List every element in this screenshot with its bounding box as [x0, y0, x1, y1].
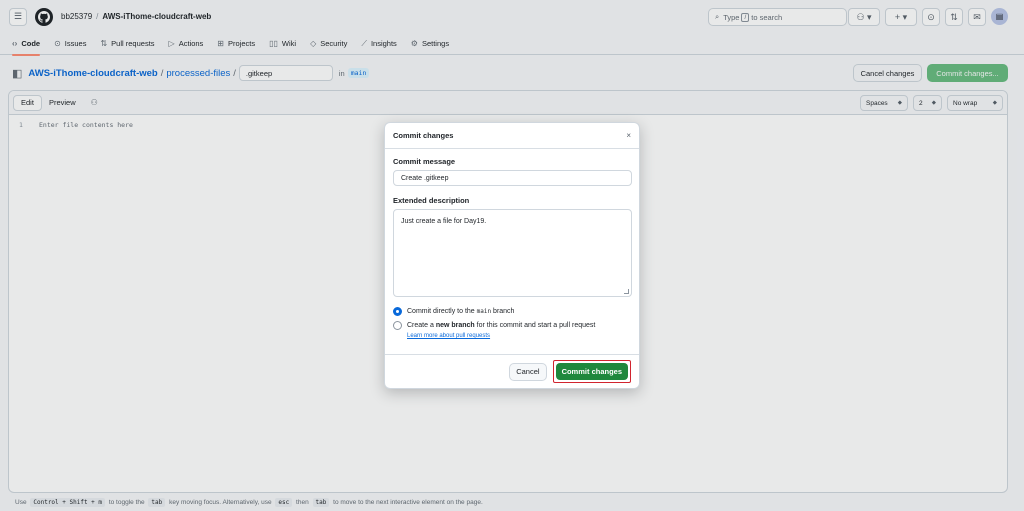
commit-direct-option[interactable]: Commit directly to the main branch: [393, 307, 631, 316]
extended-description-textarea[interactable]: Just create a file for Day19.: [393, 209, 632, 297]
radio-new-branch[interactable]: [393, 321, 402, 330]
cancel-button[interactable]: Cancel: [509, 362, 547, 381]
highlight-box: Commit changes: [552, 360, 631, 383]
close-icon[interactable]: ×: [626, 131, 631, 140]
radio-commit-direct[interactable]: [393, 307, 402, 316]
commit-changes-dialog: Commit changes × Commit message Create .…: [384, 122, 640, 389]
extended-description-label: Extended description: [393, 196, 470, 205]
dialog-body: Commit message Create .gitkeep Extended …: [385, 149, 639, 339]
option-text: for this commit and start a pull request: [476, 322, 596, 329]
learn-more-link[interactable]: Learn more about pull requests: [407, 333, 631, 339]
option-text: branch: [493, 308, 515, 315]
option-branch: main: [476, 308, 492, 315]
commit-message-input[interactable]: Create .gitkeep: [393, 170, 632, 186]
option-label: Commit directly to the main branch: [407, 308, 514, 315]
option-bold: new branch: [435, 322, 475, 329]
dialog-footer: Cancel Commit changes: [385, 354, 639, 388]
option-text: Commit directly to the: [407, 308, 475, 315]
resize-handle-icon[interactable]: [624, 289, 629, 294]
confirm-commit-button[interactable]: Commit changes: [555, 363, 628, 380]
description-text: Just create a file for Day19.: [401, 218, 487, 225]
dialog-title: Commit changes: [393, 131, 454, 140]
option-text: Create a: [407, 322, 434, 329]
option-label: Create a new branch for this commit and …: [407, 322, 595, 329]
dialog-header: Commit changes ×: [385, 123, 639, 149]
new-branch-option[interactable]: Create a new branch for this commit and …: [393, 321, 631, 330]
commit-message-label: Commit message: [393, 157, 456, 166]
